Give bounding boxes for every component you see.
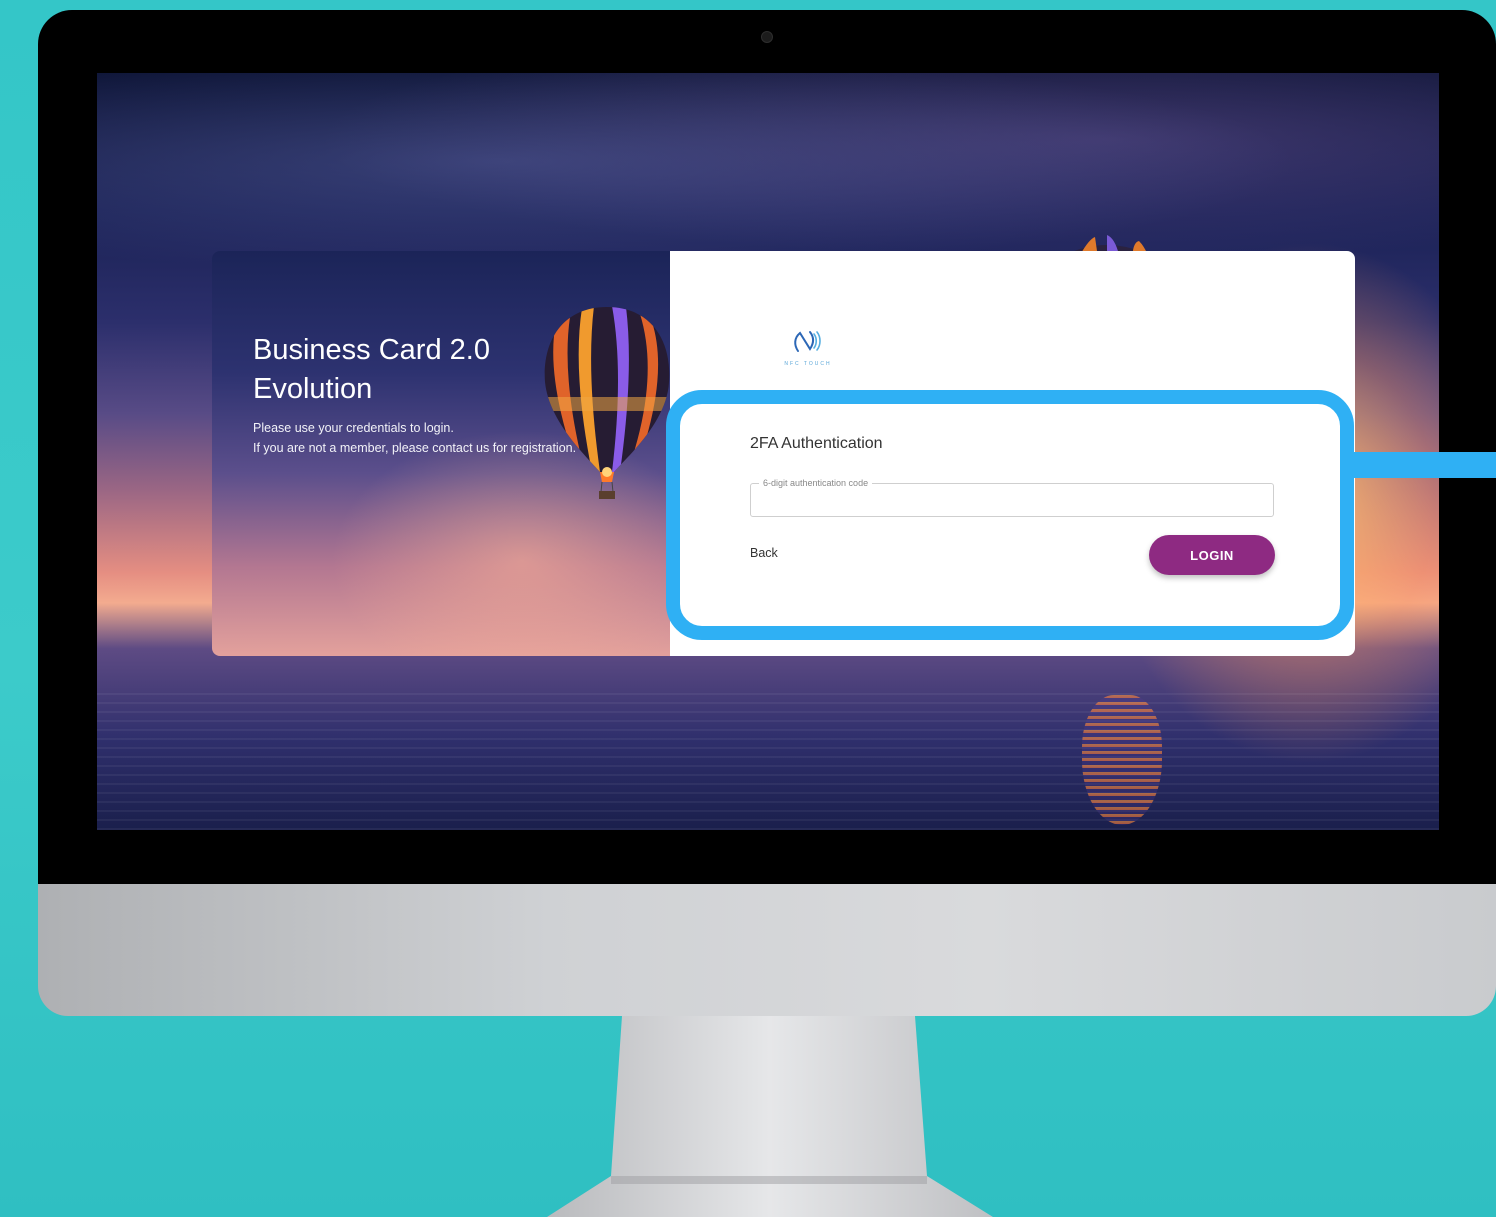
nfc-icon bbox=[794, 331, 821, 352]
brand-title-line2: Evolution bbox=[253, 373, 373, 405]
auth-code-field[interactable] bbox=[750, 483, 1274, 517]
nfc-touch-logo: NFC TOUCH bbox=[776, 329, 840, 373]
monitor-chin bbox=[38, 884, 1496, 1016]
logo-text: NFC TOUCH bbox=[784, 361, 832, 367]
auth-code-label: 6-digit authentication code bbox=[759, 478, 873, 488]
monitor-stand bbox=[547, 1016, 993, 1217]
balloon-reflection bbox=[1082, 695, 1162, 825]
brand-title-line1: Business Card 2.0 bbox=[253, 334, 490, 366]
auth-code-input[interactable] bbox=[751, 484, 1273, 516]
back-link[interactable]: Back bbox=[750, 546, 778, 560]
ocean-waves bbox=[97, 693, 1439, 830]
login-button[interactable]: LOGIN bbox=[1149, 535, 1275, 575]
callout-connector bbox=[1340, 452, 1496, 478]
brand-title: Business Card 2.0 Evolution bbox=[253, 331, 553, 409]
hot-air-balloon-icon bbox=[544, 307, 670, 499]
camera-icon bbox=[761, 31, 773, 43]
form-title: 2FA Authentication bbox=[750, 435, 883, 452]
